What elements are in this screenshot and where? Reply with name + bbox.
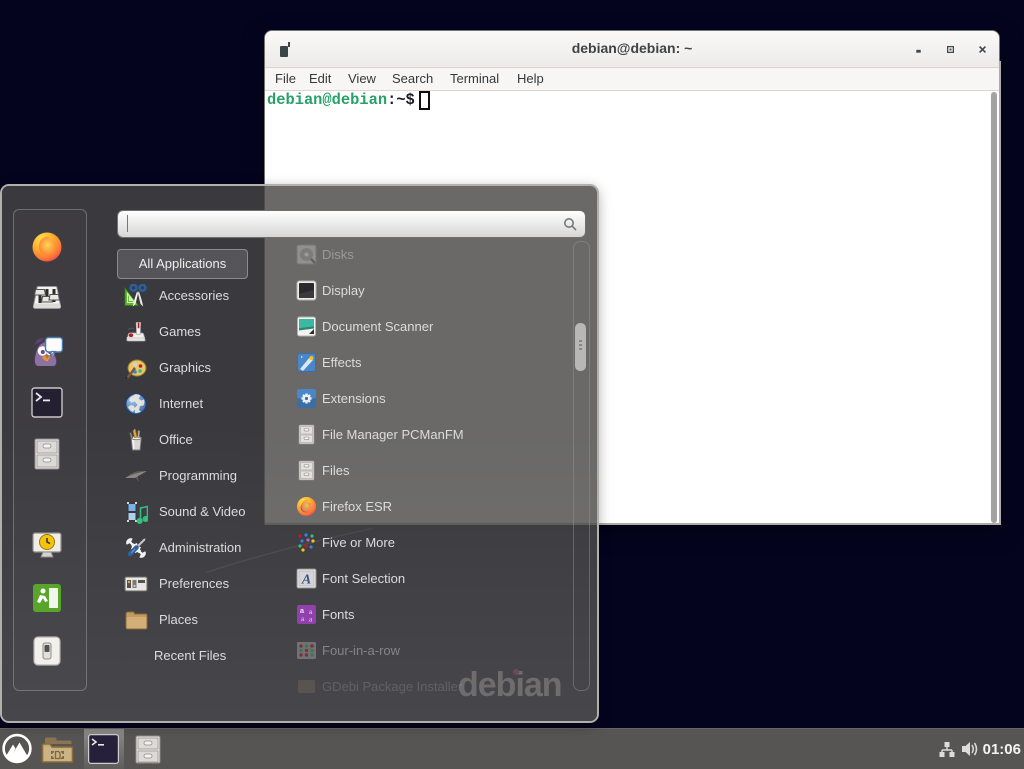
svg-text:A: A xyxy=(301,573,311,588)
